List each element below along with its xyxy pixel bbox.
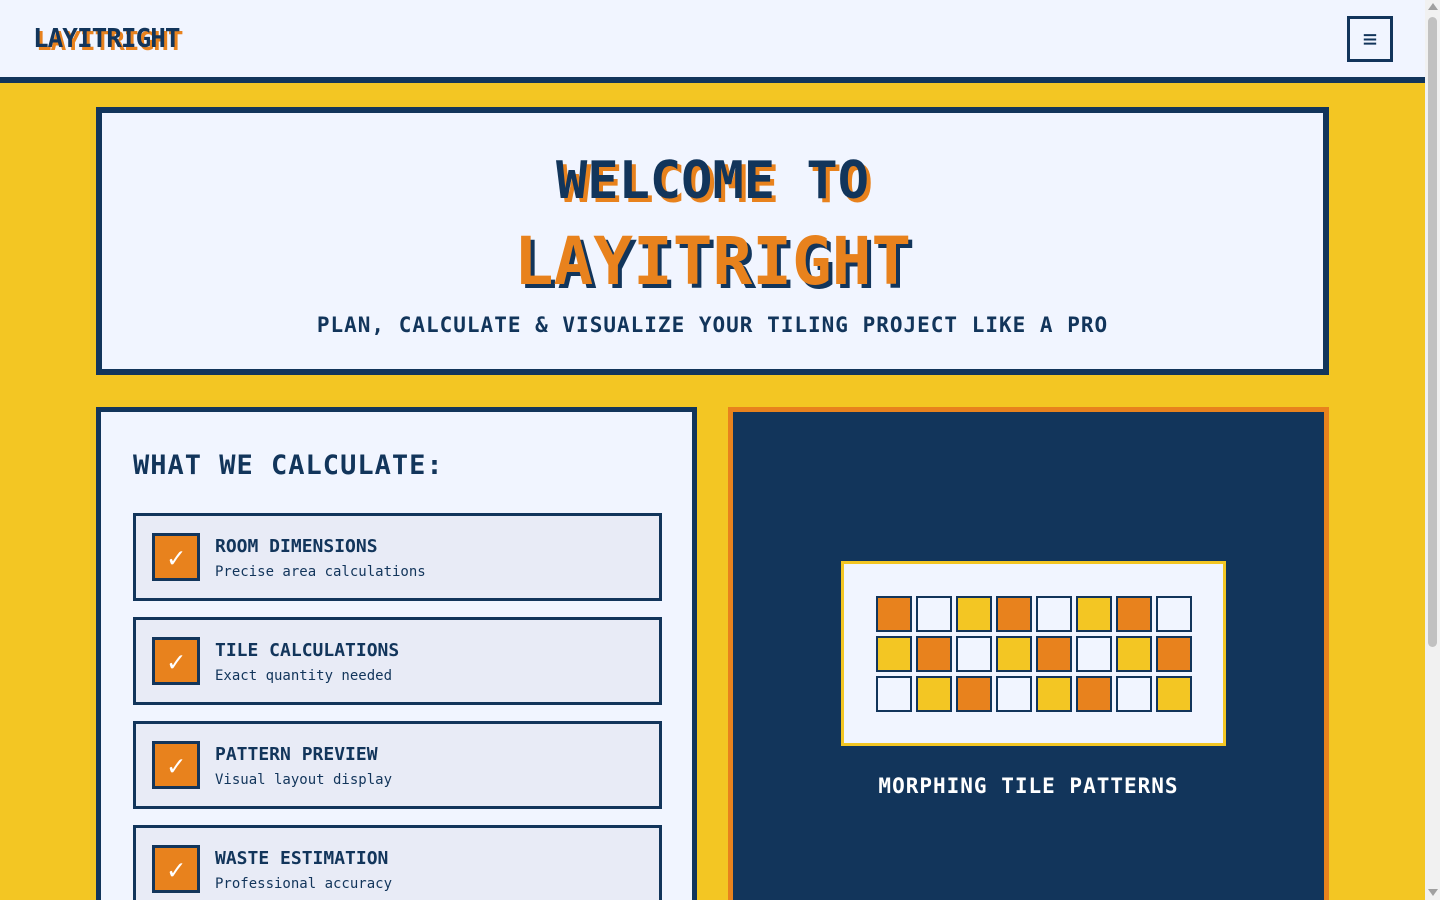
feature-title: ROOM DIMENSIONS bbox=[215, 536, 378, 557]
feature-title: WASTE ESTIMATION bbox=[215, 848, 389, 869]
tile-pattern-preview bbox=[841, 561, 1226, 746]
hero-subtitle: PLAN, CALCULATE & VISUALIZE YOUR TILING … bbox=[316, 313, 1109, 337]
tile bbox=[1036, 636, 1072, 672]
check-icon: ✓ bbox=[152, 741, 200, 789]
feature-card-pattern-preview: ✓ PATTERN PREVIEW Visual layout display bbox=[133, 721, 662, 809]
tile bbox=[1116, 676, 1152, 712]
feature-card-waste-estimation: ✓ WASTE ESTIMATION Professional accuracy bbox=[133, 825, 662, 900]
scroll-up-arrow-icon[interactable] bbox=[1428, 3, 1438, 10]
feature-description: Visual layout display bbox=[215, 772, 393, 788]
scrollbar-thumb[interactable] bbox=[1428, 17, 1437, 647]
menu-icon: ≡ bbox=[1362, 25, 1378, 53]
tile bbox=[1116, 596, 1152, 632]
tile bbox=[876, 676, 912, 712]
tile bbox=[1076, 596, 1112, 632]
feature-description: Precise area calculations bbox=[215, 564, 426, 580]
hero-banner: WELCOME TO LAYITRIGHT PLAN, CALCULATE & … bbox=[96, 107, 1329, 375]
tile bbox=[1156, 636, 1192, 672]
page-scrollbar[interactable] bbox=[1425, 0, 1440, 900]
site-logo[interactable]: LAYITRIGHT bbox=[33, 24, 181, 54]
hero-welcome-heading: WELCOME TO bbox=[555, 151, 870, 211]
feature-card-tile-calculations: ✓ TILE CALCULATIONS Exact quantity neede… bbox=[133, 617, 662, 705]
feature-title: PATTERN PREVIEW bbox=[215, 744, 378, 765]
feature-description: Professional accuracy bbox=[215, 876, 393, 892]
feature-card-room-dimensions: ✓ ROOM DIMENSIONS Precise area calculati… bbox=[133, 513, 662, 601]
tile bbox=[1076, 636, 1112, 672]
tile bbox=[916, 596, 952, 632]
feature-title: TILE CALCULATIONS bbox=[215, 640, 400, 661]
tile bbox=[1036, 676, 1072, 712]
tile bbox=[916, 636, 952, 672]
hamburger-menu-button[interactable]: ≡ bbox=[1347, 16, 1393, 62]
hero-brand-heading: LAYITRIGHT bbox=[513, 223, 912, 300]
tile bbox=[996, 596, 1032, 632]
check-icon: ✓ bbox=[152, 845, 200, 893]
feature-description: Exact quantity needed bbox=[215, 668, 393, 684]
tile bbox=[996, 676, 1032, 712]
tile bbox=[996, 636, 1032, 672]
check-icon: ✓ bbox=[152, 533, 200, 581]
tile bbox=[1116, 636, 1152, 672]
tile bbox=[916, 676, 952, 712]
tile bbox=[1156, 596, 1192, 632]
scroll-down-arrow-icon[interactable] bbox=[1428, 889, 1438, 896]
tile bbox=[1076, 676, 1112, 712]
pattern-caption: MORPHING TILE PATTERNS bbox=[878, 774, 1179, 798]
tile bbox=[956, 636, 992, 672]
tile bbox=[956, 596, 992, 632]
tile bbox=[956, 676, 992, 712]
tile bbox=[876, 636, 912, 672]
tile-pattern-panel: MORPHING TILE PATTERNS bbox=[728, 407, 1329, 900]
tile bbox=[1156, 676, 1192, 712]
tile-grid bbox=[876, 596, 1192, 712]
what-we-calculate-panel: WHAT WE CALCULATE: ✓ ROOM DIMENSIONS Pre… bbox=[96, 407, 697, 900]
check-icon: ✓ bbox=[152, 637, 200, 685]
tile bbox=[1036, 596, 1072, 632]
calculate-heading: WHAT WE CALCULATE: bbox=[133, 450, 444, 481]
tile bbox=[876, 596, 912, 632]
top-navbar: LAYITRIGHT ≡ bbox=[0, 0, 1425, 83]
